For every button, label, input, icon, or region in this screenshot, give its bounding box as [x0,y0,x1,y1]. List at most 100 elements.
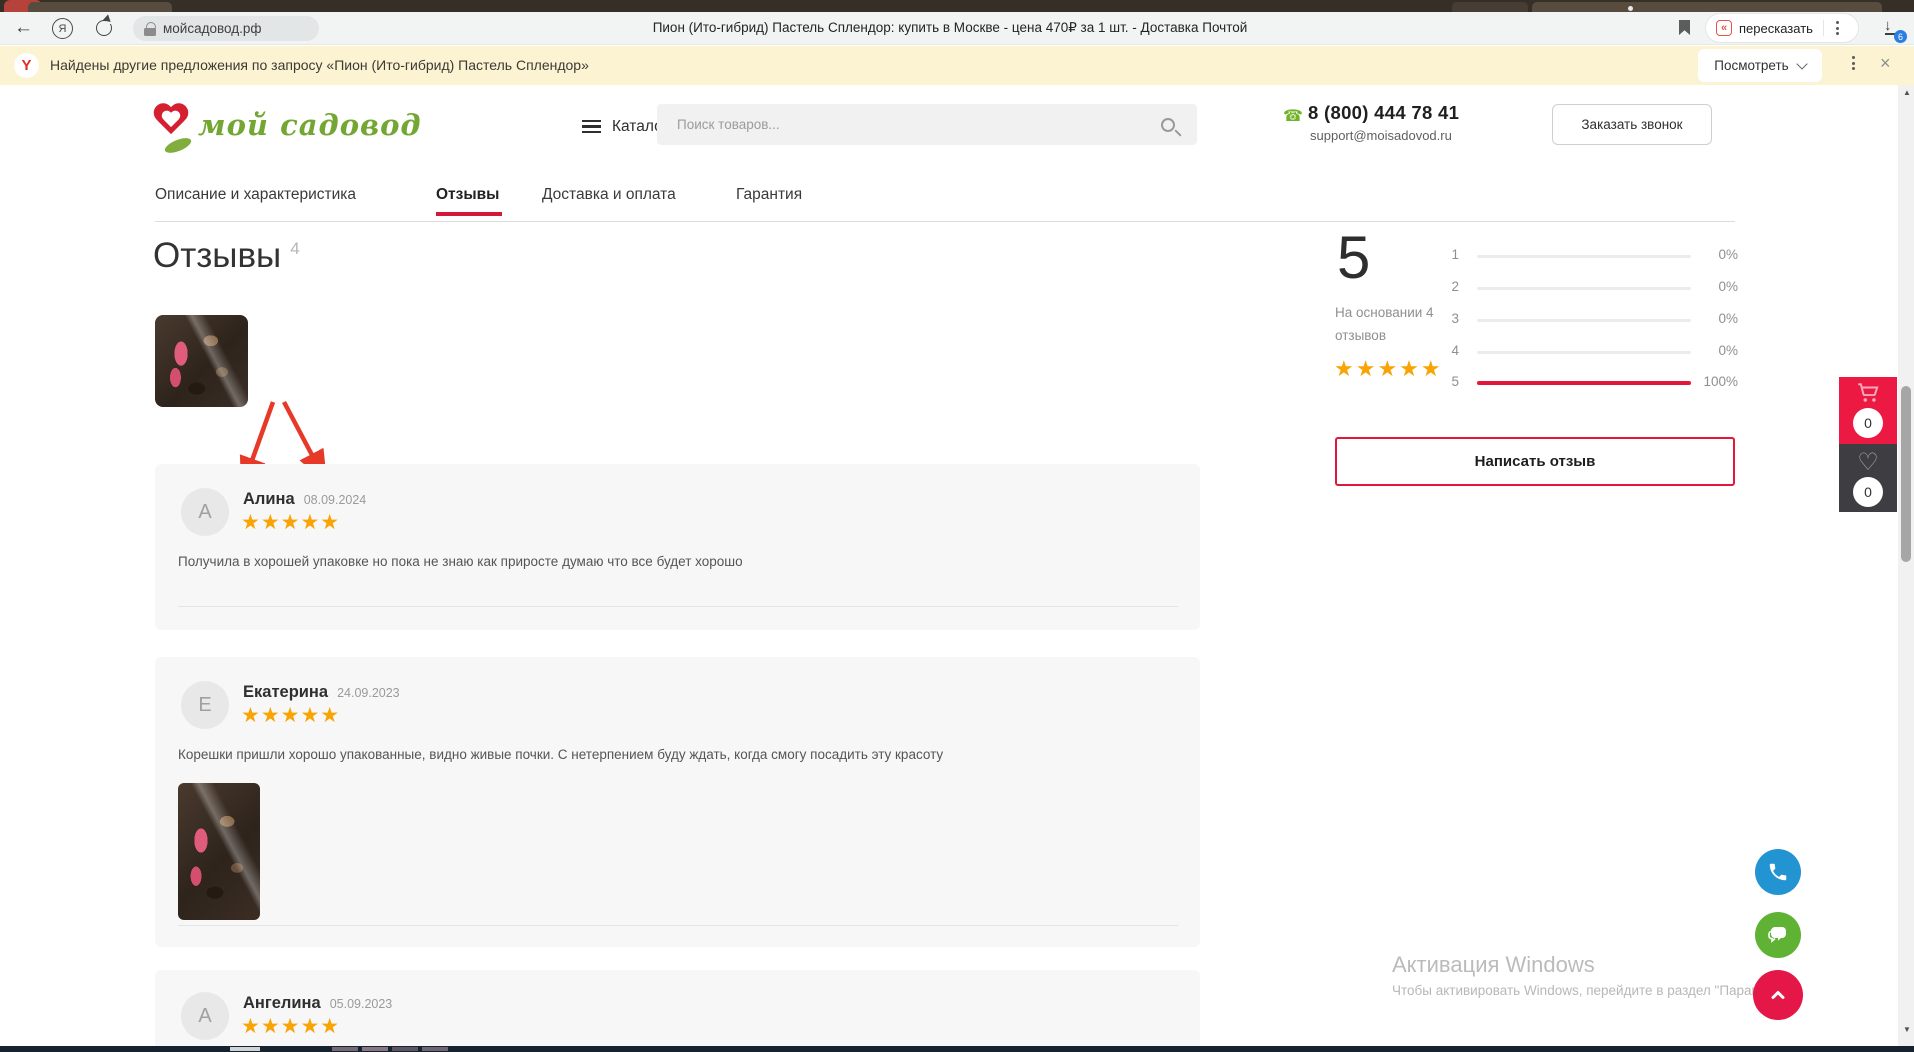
scroll-to-top-fab[interactable] [1753,970,1803,1020]
phone-number[interactable]: 8 (800) 444 78 41 [1308,102,1459,124]
reviews-heading: Отзывы4 [153,236,300,276]
cart-widget[interactable]: 0 [1839,377,1897,444]
heart-icon: ♡ [1839,448,1897,477]
browser-toolbar: ← Я мойсадовод.рф Пион (Ито-гибрид) Паст… [0,12,1914,45]
taskbar-app [332,1047,358,1051]
search-icon[interactable] [1161,118,1175,132]
rating-bar [1477,287,1691,290]
bar-label: 5 [1445,374,1459,389]
review-text: Получила в хорошей упаковке но пока не з… [178,554,1148,569]
scroll-up-icon[interactable]: ▲ [1901,88,1913,97]
call-fab[interactable] [1755,849,1801,895]
windows-taskbar [0,1046,1914,1052]
cart-icon [1855,382,1881,406]
cart-count-badge: 0 [1853,408,1883,438]
yandex-logo: Y [14,53,39,78]
scroll-down-icon[interactable]: ▼ [1901,1025,1913,1034]
phone-icon: ☎ [1283,106,1303,126]
review-photo-thumbnail[interactable] [155,315,248,407]
divider [155,221,1735,222]
review-date: 05.09.2023 [330,997,393,1011]
bar-percent: 100% [1698,374,1738,389]
review-stars: ★★★★★ [241,703,340,728]
reviewer-name: Алина [243,490,295,509]
retell-quote-icon: « [1716,20,1732,36]
yandex-offer-bar: Y Найдены другие предложения по запросу … [0,46,1914,85]
tab-favicon [1628,6,1633,11]
bar-label: 2 [1445,279,1459,294]
logo-text: мой садовод [198,108,422,142]
close-icon[interactable]: × [1880,53,1891,74]
tab-delivery[interactable]: Доставка и оплата [542,186,676,204]
based-on-text: отзывов [1335,328,1386,343]
site-logo[interactable]: мой садовод [152,96,382,160]
bookmark-icon[interactable] [1679,20,1690,35]
search-bar [657,104,1197,145]
average-rating: 5 [1337,228,1370,288]
view-offers-button[interactable]: Посмотреть [1698,49,1822,82]
browser-tab[interactable] [28,2,172,12]
review-date: 24.09.2023 [337,686,400,700]
favorites-widget[interactable]: ♡ 0 [1839,444,1897,512]
review-date: 08.09.2024 [304,493,367,507]
review-text: Корешки пришли хорошо упакованные, видно… [178,747,1148,762]
avatar: Е [181,681,229,729]
chat-icon [1766,923,1790,947]
review-card: А Алина 08.09.2024 ★★★★★ Получила в хоро… [155,464,1200,630]
taskbar-app [422,1047,448,1051]
active-tab-underline [436,212,502,216]
retell-button[interactable]: « пересказать [1706,14,1858,42]
rating-bar [1477,381,1691,385]
rating-bar [1477,255,1691,258]
leaf-icon [163,135,193,156]
yandex-browser-icon[interactable]: Я [52,18,73,39]
download-badge: 6 [1894,30,1907,43]
chevron-up-icon [1766,983,1790,1007]
offer-menu-icon[interactable] [1847,56,1859,70]
divider [178,606,1178,607]
windows-activation-title: Активация Windows [1392,952,1595,978]
lock-icon [144,22,156,36]
scrollbar-thumb[interactable] [1901,386,1911,562]
chevron-down-icon [1796,58,1807,69]
chat-fab[interactable] [1755,912,1801,958]
avatar: А [181,488,229,536]
browser-tab[interactable] [1452,2,1528,12]
review-stars: ★★★★★ [241,510,340,535]
review-stars: ★★★★★ [241,1014,340,1039]
based-on-text: На основании 4 [1335,305,1434,320]
taskbar-app [362,1047,388,1051]
summary-stars: ★★★★★ [1334,356,1443,382]
rating-bar [1477,319,1691,322]
page-title: Пион (Ито-гибрид) Пастель Сплендор: купи… [400,20,1500,36]
toolbar-menu-icon[interactable] [1832,21,1844,35]
refresh-icon[interactable] [96,20,112,36]
bar-label: 1 [1445,247,1459,262]
avatar: А [181,992,229,1040]
search-input[interactable] [657,104,1161,145]
support-email[interactable]: support@moisadovod.ru [1310,128,1452,143]
request-call-button[interactable]: Заказать звонок [1552,104,1712,145]
scrollbar[interactable] [1898,85,1914,1046]
tab-reviews[interactable]: Отзывы [436,186,499,204]
bar-percent: 0% [1698,247,1738,262]
reviews-count: 4 [290,239,299,258]
phone-icon [1767,861,1789,883]
offer-message: Найдены другие предложения по запросу «П… [50,57,589,73]
favorites-count-badge: 0 [1853,477,1883,507]
write-review-button[interactable]: Написать отзыв [1335,437,1735,486]
address-bar[interactable]: мойсадовод.рф [133,16,319,41]
browser-tab[interactable] [1532,2,1882,12]
downloads-button[interactable]: ↓ 6 [1884,17,1904,39]
divider [1823,20,1824,36]
tab-warranty[interactable]: Гарантия [736,186,802,204]
review-photo-thumbnail[interactable] [178,783,260,920]
browser-window: ← Я мойсадовод.рф Пион (Ито-гибрид) Паст… [0,0,1914,1052]
back-icon[interactable]: ← [14,18,33,37]
url-text: мойсадовод.рф [163,21,261,36]
tab-description[interactable]: Описание и характеристика [155,186,356,204]
hamburger-icon [582,117,601,136]
review-card: А Ангелина 05.09.2023 ★★★★★ [155,970,1200,1052]
catalog-button[interactable]: Каталог [582,117,668,136]
browser-tab-strip [0,0,1914,12]
